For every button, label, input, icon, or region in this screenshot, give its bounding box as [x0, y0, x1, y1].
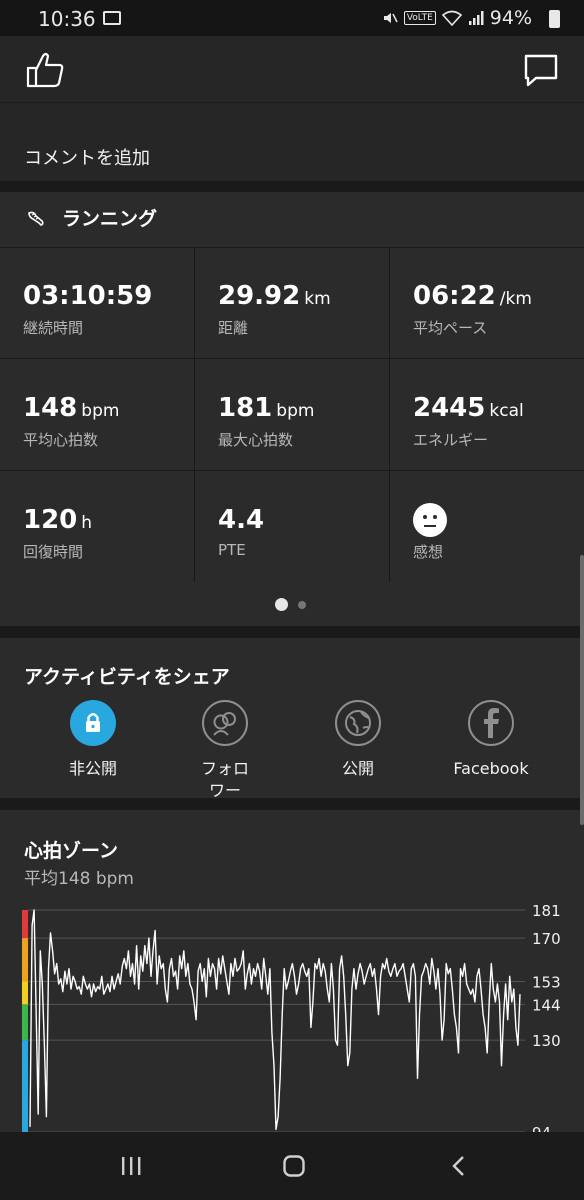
mute-icon	[383, 13, 398, 23]
hr-series-line	[29, 909, 521, 1131]
facebook-icon	[468, 700, 514, 746]
metric-unit: bpm	[276, 401, 315, 421]
thumbs-up-icon[interactable]	[24, 50, 66, 90]
globe-icon	[335, 700, 381, 746]
recent-apps-icon[interactable]	[120, 1156, 144, 1176]
heart-rate-zone-card: 心拍ゾーン 平均148 bpm 18117015314413094	[0, 810, 584, 1132]
share-option-label: 非公開	[68, 759, 117, 778]
activity-summary-card: ランニング 03:10:59 継続時間 29.92 km 距離 06:22/km …	[0, 192, 584, 626]
metric-value: 29.92	[218, 281, 301, 311]
hr-zone-band	[22, 981, 28, 1005]
metric-label: 継続時間	[23, 319, 84, 337]
heart-rate-chart: 181 170 153 144 130 94	[22, 902, 561, 1132]
hr-tick-label: 94	[532, 1124, 551, 1132]
metric-label: 平均ペース	[413, 319, 488, 337]
metric-unit: bpm	[81, 401, 120, 421]
metric-label: 最大心拍数	[218, 431, 294, 449]
metric-label: 平均心拍数	[23, 431, 99, 449]
metric-avg-pace: 06:22/km 平均ペース	[390, 247, 584, 359]
status-time: 10:36	[38, 7, 96, 31]
metric-label: 距離	[218, 319, 249, 337]
hr-zone-band	[22, 910, 28, 939]
metric-label: 感想	[413, 543, 444, 561]
share-option-label: 公開	[341, 759, 374, 778]
metric-label: 回復時間	[23, 543, 84, 561]
neutral-face-icon	[413, 503, 447, 537]
volte-badge: VoLTE	[403, 11, 436, 25]
page-indicator[interactable]	[0, 598, 584, 612]
running-shoe-icon	[28, 211, 44, 226]
share-option-facebook[interactable]: Facebook	[431, 700, 551, 780]
page-dot	[298, 601, 306, 609]
metric-recovery-time: 120 h 回復時間	[0, 471, 194, 583]
metric-value: 2445	[413, 393, 486, 423]
battery-icon	[549, 10, 560, 28]
metric-value: 148	[23, 393, 78, 423]
metric-label: PTE	[218, 541, 246, 559]
system-nav-bar	[0, 1132, 584, 1200]
share-activity-card: アクティビティをシェア 非公開 フォロ ワー 公開 Facebook	[0, 638, 584, 800]
metric-label: エネルギー	[413, 431, 489, 449]
metric-value: 03:10:59	[23, 281, 153, 311]
share-option-label: Facebook	[453, 759, 529, 778]
comment-icon[interactable]	[520, 50, 562, 90]
metric-unit: /km	[499, 289, 532, 309]
back-icon[interactable]	[450, 1155, 466, 1177]
metric-unit: kcal	[489, 401, 524, 421]
metric-distance: 29.92 km 距離	[195, 247, 389, 359]
hr-tick-label: 130	[532, 1032, 561, 1050]
hr-zone-band	[22, 1004, 28, 1041]
battery-level: 94%	[489, 7, 532, 29]
metric-max-hr: 181 bpm 最大心拍数	[195, 359, 389, 471]
hr-zone-band	[22, 1040, 28, 1132]
share-option-followers[interactable]: フォロ ワー	[165, 700, 285, 802]
activity-title: ランニング	[62, 208, 158, 230]
share-option-public[interactable]: 公開	[298, 700, 418, 780]
metric-unit: h	[81, 513, 93, 533]
metric-value: 06:22	[413, 281, 496, 311]
metric-pte: 4.4 PTE	[195, 471, 389, 583]
share-option-private[interactable]: 非公開	[33, 700, 153, 780]
action-bar	[0, 36, 584, 102]
add-comment-label: コメントを追加	[24, 148, 150, 169]
metric-value: 181	[218, 393, 273, 423]
status-icons: VoLTE 94%	[382, 7, 544, 29]
activity-header: ランニング	[0, 192, 584, 247]
metric-energy: 2445 kcal エネルギー	[390, 359, 584, 471]
page-dot-active	[275, 598, 288, 611]
hr-zone-band	[22, 938, 28, 982]
metric-value: 4.4	[218, 505, 265, 535]
add-comment-field[interactable]: コメントを追加	[0, 102, 584, 181]
metric-duration: 03:10:59 継続時間	[0, 247, 194, 359]
lock-icon	[70, 700, 116, 746]
metric-unit: km	[304, 289, 331, 309]
home-icon[interactable]	[282, 1154, 306, 1178]
followers-icon	[202, 700, 248, 746]
metric-feeling[interactable]: 感想	[390, 471, 584, 583]
scroll-indicator	[580, 555, 584, 825]
signal-icon	[468, 11, 484, 25]
wifi-icon	[441, 10, 462, 26]
hr-tick-label: 170	[532, 930, 561, 948]
metric-avg-hr: 148 bpm 平均心拍数	[0, 359, 194, 471]
metric-value: 120	[23, 505, 78, 535]
hr-tick-label: 153	[532, 973, 561, 991]
share-option-label: フォロ ワー	[200, 759, 249, 800]
gallery-notification-icon	[103, 11, 121, 25]
hr-tick-label: 144	[532, 996, 561, 1014]
status-bar: 10:36 VoLTE 94%	[0, 0, 584, 36]
hr-tick-label: 181	[532, 902, 561, 920]
share-title: アクティビティをシェア	[24, 666, 230, 688]
